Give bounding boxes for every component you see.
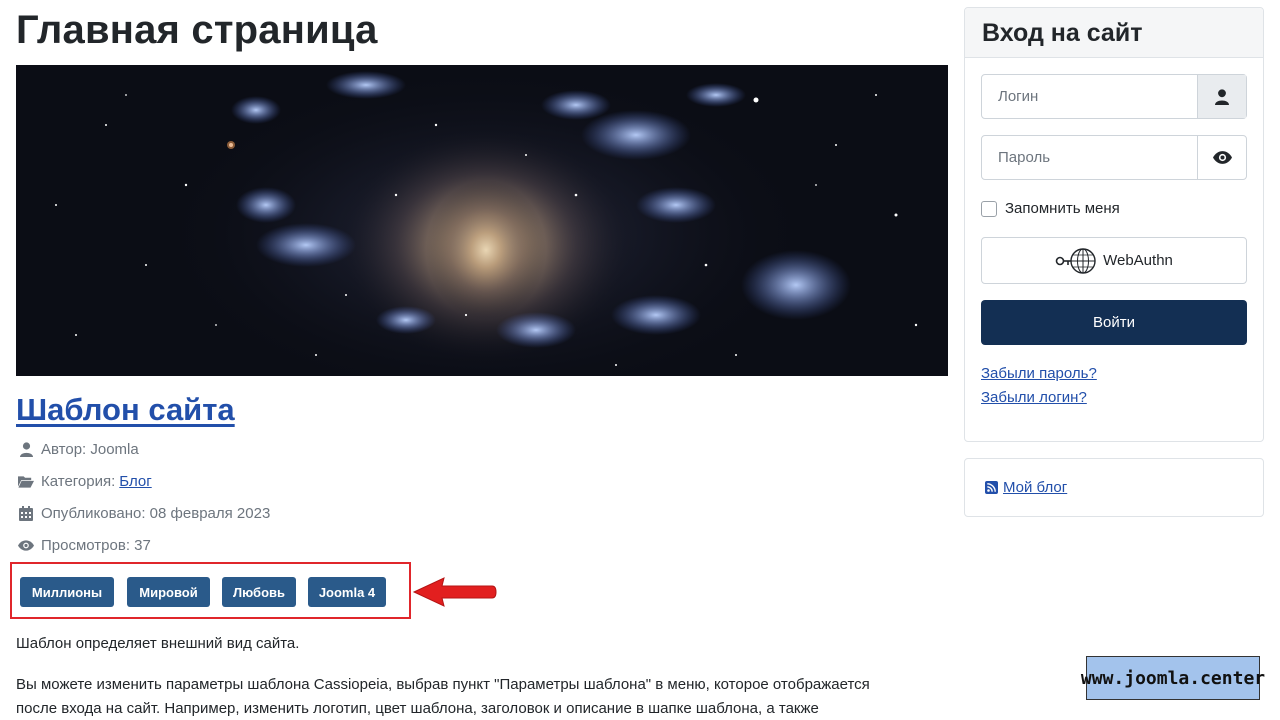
forgot-login-link[interactable]: Забыли логин?	[981, 389, 1087, 406]
key-globe-icon	[1055, 247, 1097, 275]
published-text: Опубликовано: 08 февраля 2023	[41, 504, 271, 522]
login-title: Вход на сайт	[982, 19, 1143, 47]
login-module: Вход на сайт Запомнить меня	[964, 7, 1264, 442]
meta-category: Категория: Блог	[18, 471, 152, 491]
hero-image	[16, 65, 948, 376]
page-title: Главная страница	[16, 8, 378, 52]
category-link[interactable]: Блог	[119, 473, 151, 490]
login-module-header: Вход на сайт	[965, 8, 1263, 58]
webauthn-label: WebAuthn	[1103, 252, 1173, 269]
user-icon	[18, 441, 34, 457]
eye-icon	[18, 537, 34, 553]
meta-views: Просмотров: 37	[18, 535, 151, 555]
forgot-password-link[interactable]: Забыли пароль?	[981, 365, 1097, 382]
article-paragraph-1: Шаблон определяет внешний вид сайта.	[16, 635, 300, 652]
password-group	[981, 135, 1247, 180]
rss-icon	[985, 481, 998, 494]
article-title-link[interactable]: Шаблон сайта	[16, 392, 235, 428]
galaxy-image	[16, 65, 948, 376]
watermark-badge: www.joomla.center	[1081, 656, 1265, 700]
remember-label: Запомнить меня	[1005, 200, 1120, 217]
meta-author: Автор: Joomla	[18, 439, 139, 459]
password-input[interactable]	[982, 136, 1197, 179]
tag-joomla4[interactable]: Joomla 4	[308, 577, 386, 607]
user-icon	[1197, 75, 1246, 118]
blog-feed-link[interactable]: Мой блог	[985, 479, 1067, 496]
meta-published: Опубликовано: 08 февраля 2023	[18, 503, 270, 523]
author-text: Автор: Joomla	[41, 440, 139, 458]
tag-love[interactable]: Любовь	[222, 577, 296, 607]
webauthn-button[interactable]: WebAuthn	[981, 237, 1247, 284]
username-input[interactable]	[982, 75, 1197, 118]
blog-feed-module: Мой блог	[964, 458, 1264, 517]
blog-feed-label: Мой блог	[1003, 479, 1068, 496]
article-paragraph-2-line-2: после входа на сайт. Например, изменить …	[16, 700, 819, 717]
red-arrow-annotation	[412, 577, 497, 607]
login-submit-button[interactable]: Войти	[981, 300, 1247, 345]
category-label: Категория:	[41, 472, 116, 490]
tag-world[interactable]: Мировой	[127, 577, 210, 607]
username-group	[981, 74, 1247, 119]
show-password-button[interactable]	[1197, 136, 1246, 179]
calendar-icon	[18, 505, 34, 521]
article-paragraph-2-line-1: Вы можете изменить параметры шаблона Cas…	[16, 676, 870, 693]
tag-millions[interactable]: Миллионы	[20, 577, 114, 607]
folder-open-icon	[18, 473, 34, 489]
remember-checkbox[interactable]	[981, 200, 997, 217]
remember-me[interactable]: Запомнить меня	[981, 200, 1120, 217]
views-text: Просмотров: 37	[41, 536, 151, 554]
eye-icon	[1212, 151, 1232, 164]
